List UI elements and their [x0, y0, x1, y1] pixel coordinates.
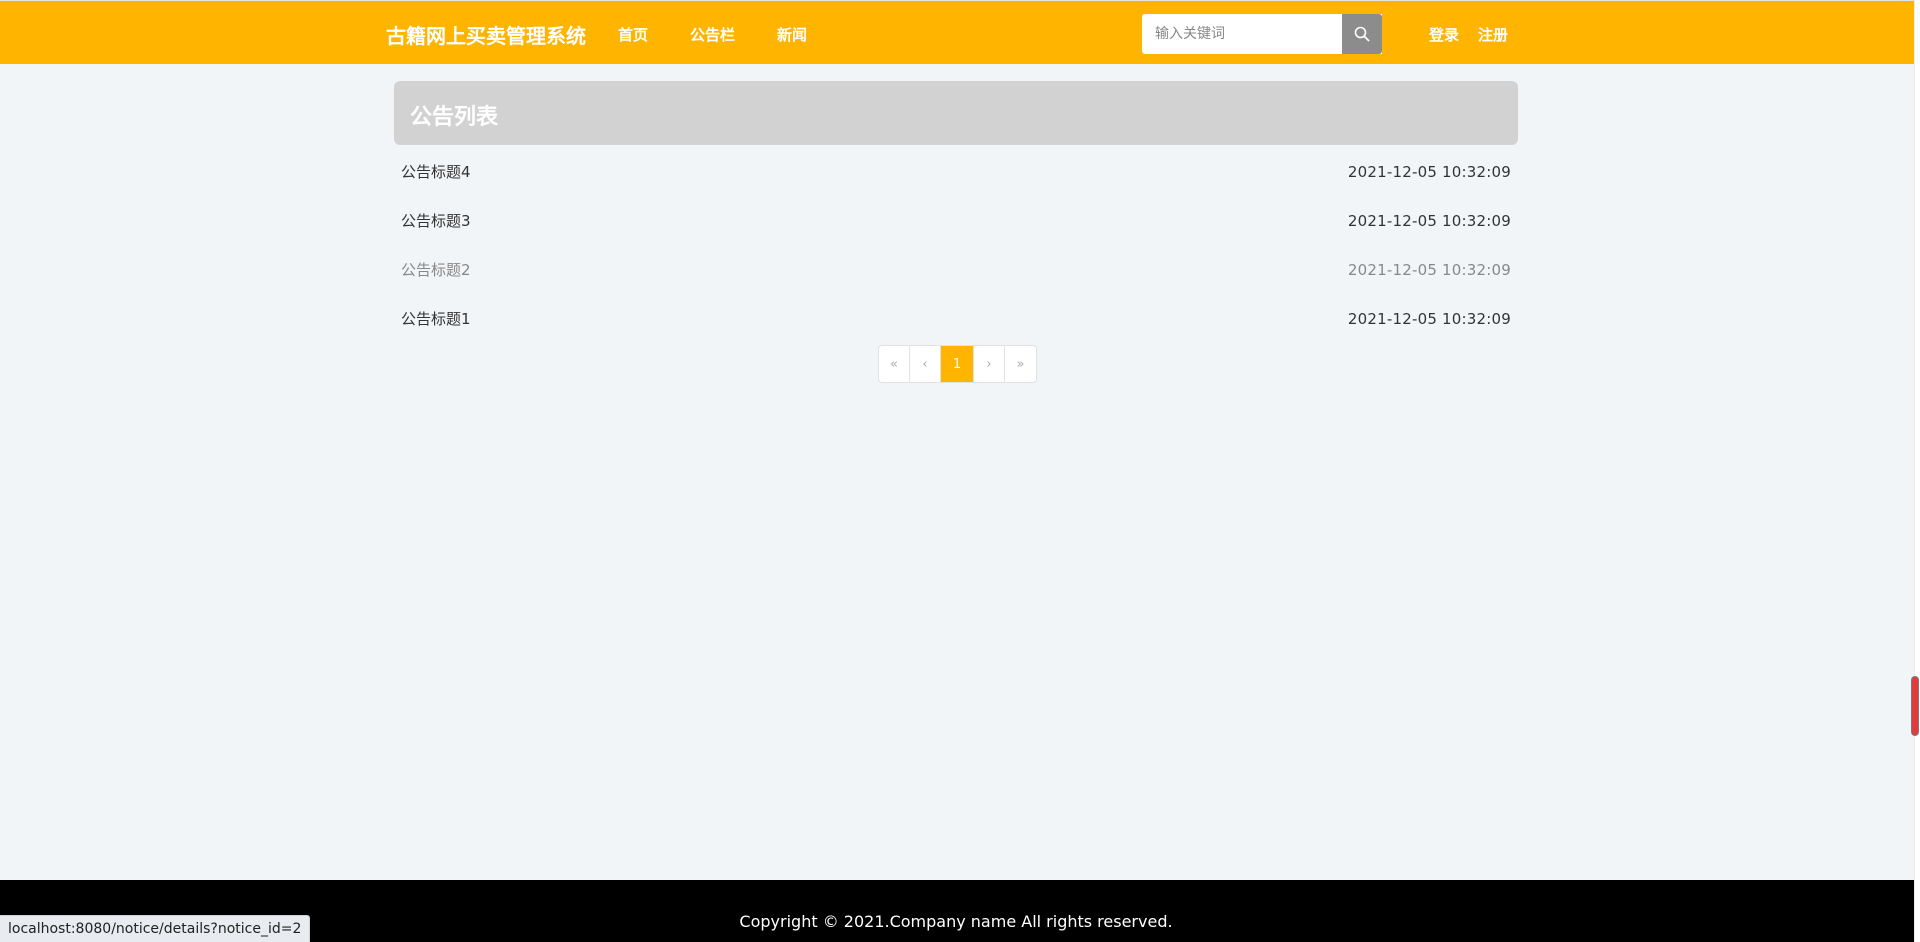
search-button[interactable]: [1342, 14, 1382, 54]
prev-page-button[interactable]: ‹: [910, 346, 941, 382]
notice-time: 2021-12-05 10:32:09: [1347, 162, 1511, 181]
last-page-button[interactable]: »: [1005, 346, 1036, 382]
login-link[interactable]: 登录: [1429, 24, 1459, 45]
nav-news[interactable]: 新闻: [777, 24, 807, 45]
next-page-button[interactable]: ›: [974, 346, 1005, 382]
notice-time: 2021-12-05 10:32:09: [1347, 260, 1511, 279]
notice-row[interactable]: 公告标题1 2021-12-05 10:32:09: [394, 294, 1518, 343]
notice-row[interactable]: 公告标题2 2021-12-05 10:32:09: [394, 245, 1518, 294]
nav-notice[interactable]: 公告栏: [690, 24, 735, 45]
notice-title[interactable]: 公告标题4: [401, 161, 471, 182]
notice-title[interactable]: 公告标题2: [401, 259, 471, 280]
current-page-button[interactable]: 1: [941, 346, 974, 382]
site-brand[interactable]: 古籍网上买卖管理系统: [386, 20, 586, 49]
notice-row[interactable]: 公告标题3 2021-12-05 10:32:09: [394, 196, 1518, 245]
notice-row[interactable]: 公告标题4 2021-12-05 10:32:09: [394, 147, 1518, 196]
scrollbar-thumb[interactable]: [1911, 676, 1919, 736]
notice-time: 2021-12-05 10:32:09: [1347, 211, 1511, 230]
notice-list-header: 公告列表: [394, 81, 1518, 145]
pagination: « ‹ 1 › »: [878, 345, 1037, 383]
notice-time: 2021-12-05 10:32:09: [1347, 309, 1511, 328]
search-icon: [1354, 26, 1370, 42]
register-link[interactable]: 注册: [1478, 24, 1508, 45]
notice-title[interactable]: 公告标题3: [401, 210, 471, 231]
top-nav-bar: 古籍网上买卖管理系统 首页 公告栏 新闻 登录 注册: [0, 0, 1914, 64]
notice-title[interactable]: 公告标题1: [401, 308, 471, 329]
browser-status-url: localhost:8080/notice/details?notice_id=…: [0, 915, 311, 942]
page-scrollbar-track[interactable]: [1914, 0, 1920, 942]
first-page-button[interactable]: «: [879, 346, 910, 382]
page-title: 公告列表: [410, 105, 499, 130]
nav-home[interactable]: 首页: [618, 24, 648, 45]
